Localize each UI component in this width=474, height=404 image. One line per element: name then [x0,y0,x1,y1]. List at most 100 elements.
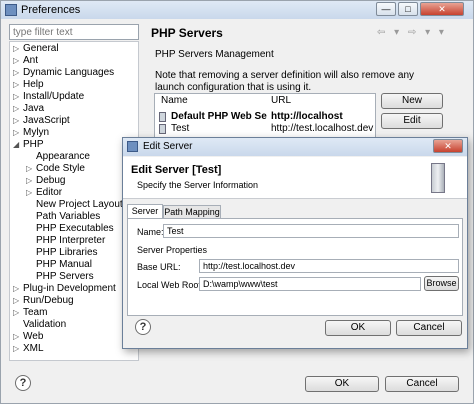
tree-item[interactable]: PHP Executables [26,223,114,235]
dialog-cancel-button[interactable]: Cancel [396,320,462,336]
dialog-header-subtitle: Specify the Server Information [137,180,259,190]
tree-item[interactable]: ▷ Editor [26,187,62,199]
expand-arrow-icon[interactable]: ▷ [13,91,23,103]
expand-arrow-icon[interactable]: ▷ [13,115,23,127]
preferences-title: Preferences [21,4,81,16]
tree-item[interactable]: PHP Servers [26,271,94,283]
tree-item[interactable]: Path Variables [26,211,100,223]
minimize-button[interactable]: — [376,2,396,16]
tree-item[interactable]: ▷ Mylyn [13,127,49,139]
expand-arrow-icon[interactable]: ▷ [13,295,23,307]
tree-item[interactable]: Appearance [26,151,90,163]
tree-item[interactable]: ▷ Code Style [26,163,85,175]
tree-item-label: Web [23,331,44,342]
expand-arrow-icon[interactable]: ▷ [13,79,23,91]
expand-arrow-icon[interactable]: ▷ [13,331,23,343]
tree-item[interactable]: ▷ JavaScript [13,115,70,127]
tree-item[interactable]: PHP Interpreter [26,235,105,247]
tree-item-label: New Project Layout [36,199,123,210]
dialog-title-bar[interactable]: Edit Server ✕ [123,138,467,156]
expand-arrow-icon[interactable]: ▷ [13,127,23,139]
browse-button[interactable]: Browse [424,276,459,291]
tree-item[interactable]: ▷ General [13,43,59,55]
base-url-label: Base URL: [137,262,181,272]
close-button[interactable]: ✕ [420,2,464,16]
tree-item-label: Mylyn [23,127,50,138]
tree-item[interactable]: Validation [13,319,66,331]
tree-item[interactable]: PHP Manual [26,259,92,271]
dialog-title: Edit Server [143,141,193,152]
tree-item[interactable]: New Project Layout [26,199,123,211]
panel-title: PHP Servers [151,26,223,40]
preferences-app-icon [5,4,17,16]
history-nav-icons[interactable]: ⇦ ▾ ⇨ ▾ ▾ [377,27,447,38]
tree-item-label: Help [23,79,44,90]
tree-item[interactable]: ▷ XML [13,343,44,355]
server-properties-label: Server Properties [137,245,208,255]
tree-item-label: Install/Update [23,91,85,102]
server-name: Test [171,123,190,134]
preferences-title-bar[interactable]: Preferences — □ ✕ [1,1,473,19]
server-url: http://test.localhost.dev [271,123,374,134]
tree-item[interactable]: ▷ Ant [13,55,38,67]
table-row[interactable]: Default PHP Web Serv... http://localhost [155,111,375,123]
column-header-name[interactable]: Name [161,95,188,106]
base-url-field[interactable]: http://test.localhost.dev [199,259,459,273]
expand-arrow-icon[interactable]: ▷ [13,55,23,67]
tree-item[interactable]: ▷ Debug [26,175,65,187]
tree-item-label: General [23,43,59,54]
cancel-button[interactable]: Cancel [385,376,459,392]
expand-arrow-icon[interactable]: ▷ [13,283,23,295]
web-root-label: Local Web Root: [137,280,204,290]
tree-item[interactable]: ▷ Plug-in Development [13,283,116,295]
dialog-header: Edit Server [Test] Specify the Server In… [123,157,467,199]
ok-button[interactable]: OK [305,376,379,392]
server-url: http://localhost [271,111,343,122]
tree-item[interactable]: ▷ Help [13,79,44,91]
tree-item-label: Java [23,103,45,114]
expand-arrow-icon[interactable]: ▷ [26,175,36,187]
expand-arrow-icon[interactable]: ▷ [13,67,23,79]
expand-arrow-icon[interactable]: ▷ [13,343,23,355]
tree-item-label: Dynamic Languages [23,67,115,78]
name-field[interactable]: Test [163,224,459,238]
panel-note: Note that removing a server definition w… [155,70,415,93]
web-root-field[interactable]: D:\wamp\www\test [199,277,421,291]
expand-arrow-icon[interactable]: ▷ [13,307,23,319]
expand-arrow-icon[interactable]: ▷ [13,103,23,115]
tree-item[interactable]: ◢ PHP [13,139,44,151]
tree-item[interactable]: ▷ Web [13,331,43,343]
filter-input[interactable] [9,24,139,40]
edit-button[interactable]: Edit [381,113,443,129]
server-icon [159,124,166,134]
column-header-url[interactable]: URL [271,95,291,106]
dialog-close-button[interactable]: ✕ [433,139,463,153]
dialog-ok-button[interactable]: OK [325,320,391,336]
tree-item-label: PHP Servers [36,271,94,282]
tab-server[interactable]: Server [127,204,163,218]
new-button[interactable]: New [381,93,443,109]
tree-item[interactable]: ▷ Team [13,307,47,319]
maximize-button[interactable]: □ [398,2,418,16]
tree-item-label: Appearance [36,151,90,162]
expand-arrow-icon[interactable]: ▷ [13,43,23,55]
tree-item[interactable]: ▷ Run/Debug [13,295,74,307]
tab-path-mapping[interactable]: Path Mapping [163,205,221,218]
tree-item-label: Path Variables [36,211,101,222]
edit-server-dialog: Edit Server ✕ Edit Server [Test] Specify… [122,137,468,349]
tree-item-label: Validation [23,319,67,330]
table-row[interactable]: Test http://test.localhost.dev [155,123,375,135]
expand-arrow-icon[interactable]: ▷ [26,187,36,199]
tree-item[interactable]: ▷ Dynamic Languages [13,67,114,79]
expand-arrow-icon[interactable]: ▷ [26,163,36,175]
preferences-tree[interactable]: ▷ General ▷ Ant ▷ Dynamic Languages ▷ Help ▷ Inst… [9,41,139,361]
dialog-app-icon [127,141,138,152]
dialog-help-icon[interactable]: ? [135,319,151,335]
tree-item[interactable]: ▷ Java [13,103,44,115]
tree-item-label: Ant [23,55,39,66]
expand-arrow-icon[interactable]: ◢ [13,139,23,151]
tree-item[interactable]: PHP Libraries [26,247,98,259]
tree-item[interactable]: ▷ Install/Update [13,91,84,103]
tree-item-label: Code Style [36,163,85,174]
help-icon[interactable]: ? [15,375,31,391]
